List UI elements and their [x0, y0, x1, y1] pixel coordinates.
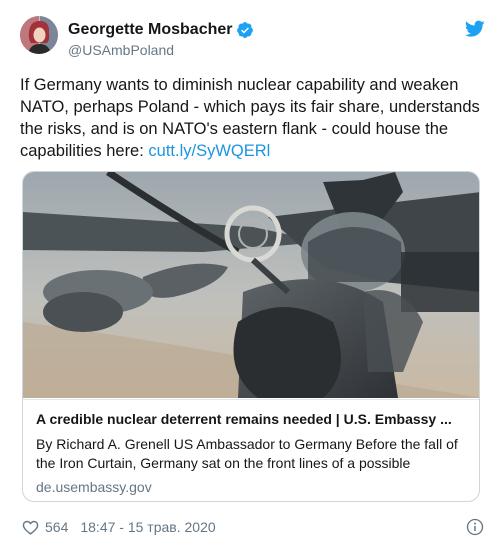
author-handle[interactable]: @USAmbPoland [68, 42, 254, 58]
tweet-text: If Germany wants to diminish nuclear cap… [20, 74, 485, 162]
avatar[interactable] [20, 16, 58, 54]
tweet-footer: 564 18:47 - 15 трав. 2020 [22, 517, 484, 537]
heart-icon[interactable] [22, 520, 39, 535]
tweet-link[interactable]: cutt.ly/SyWQERl [148, 142, 270, 160]
display-name[interactable]: Georgette Mosbacher [68, 21, 232, 39]
card-description: By Richard A. Grenell US Ambassador to G… [36, 436, 458, 471]
like-count[interactable]: 564 [45, 519, 68, 535]
tweet-header: Georgette Mosbacher @USAmbPoland [20, 14, 485, 60]
embedded-tweet: Georgette Mosbacher @USAmbPoland If Germ… [0, 0, 499, 544]
card-domain: de.usembassy.gov [36, 479, 152, 495]
display-name-row: Georgette Mosbacher [68, 20, 254, 40]
card-title: A credible nuclear deterrent remains nee… [36, 411, 452, 427]
twitter-bird-icon[interactable] [464, 20, 485, 38]
link-card[interactable]: A credible nuclear deterrent remains nee… [22, 171, 480, 502]
info-icon[interactable] [466, 518, 484, 536]
card-image[interactable] [23, 172, 479, 398]
author-names: Georgette Mosbacher @USAmbPoland [68, 20, 254, 58]
tweet-timestamp[interactable]: 18:47 - 15 трав. 2020 [80, 519, 215, 535]
card-body: A credible nuclear deterrent remains nee… [23, 399, 479, 501]
verified-badge-icon [236, 21, 254, 39]
